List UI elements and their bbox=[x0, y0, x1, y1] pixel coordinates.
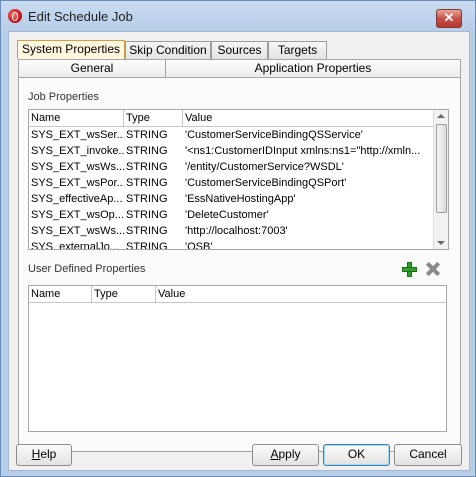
table-row[interactable]: SYS_externalJo... STRING 'OSB' bbox=[29, 239, 431, 250]
subtab-application-properties[interactable]: Application Properties bbox=[166, 60, 460, 78]
tab-skip-condition[interactable]: Skip Condition bbox=[125, 41, 211, 59]
tab-sources[interactable]: Sources bbox=[211, 41, 268, 59]
system-properties-panel: General Application Properties Job Prope… bbox=[18, 59, 461, 452]
column-header-value[interactable]: Value bbox=[156, 286, 446, 302]
cell-type: STRING bbox=[126, 241, 168, 250]
column-header-name[interactable]: Name bbox=[29, 286, 92, 302]
column-header-type[interactable]: Type bbox=[92, 286, 156, 302]
cell-value: 'http://localhost:7003' bbox=[185, 225, 288, 237]
user-defined-properties-label: User Defined Properties bbox=[28, 263, 146, 275]
scroll-down-arrow-icon[interactable] bbox=[437, 241, 445, 245]
table-row[interactable]: SYS_EXT_invoke... STRING '<ns1:CustomerIDI… bbox=[29, 143, 431, 159]
cell-name: SYS_EXT_invoke... bbox=[31, 145, 124, 157]
add-icon[interactable] bbox=[402, 262, 417, 277]
scroll-up-arrow-icon[interactable] bbox=[437, 114, 445, 118]
cell-value: 'CustomerServiceBindingQSPort' bbox=[185, 177, 347, 189]
job-properties-header: Name Type Value bbox=[29, 110, 434, 127]
tab-targets[interactable]: Targets bbox=[268, 41, 327, 59]
cell-value: '/entity/CustomerService?WSDL' bbox=[185, 161, 344, 173]
table-row[interactable]: SYS_EXT_wsPor... STRING 'CustomerServiceBi… bbox=[29, 175, 431, 191]
cell-name: SYS_EXT_wsOp... bbox=[31, 209, 124, 221]
table-row[interactable]: SYS_EXT_wsWs... STRING '/entity/CustomerSe… bbox=[29, 159, 431, 175]
dialog-title: Edit Schedule Job bbox=[28, 9, 133, 24]
title-bar[interactable]: Edit Schedule Job ✕ bbox=[1, 1, 475, 31]
subtab-general[interactable]: General bbox=[19, 60, 166, 78]
table-row[interactable]: SYS_EXT_wsOp... STRING 'DeleteCustomer' bbox=[29, 207, 431, 223]
cell-type: STRING bbox=[126, 129, 168, 141]
user-defined-properties-table: Name Type Value bbox=[28, 285, 447, 432]
oracle-app-icon bbox=[8, 9, 22, 23]
tab-system-properties[interactable]: System Properties bbox=[17, 40, 125, 59]
cell-name: SYS_effectiveAp... bbox=[31, 193, 123, 205]
table-row[interactable]: SYS_EXT_wsWs... STRING 'http://localhost:7… bbox=[29, 223, 431, 239]
cell-type: STRING bbox=[126, 177, 168, 189]
apply-mnemonic: A bbox=[270, 447, 279, 461]
column-header-name[interactable]: Name bbox=[29, 110, 124, 126]
cell-value: 'EssNativeHostingApp' bbox=[185, 193, 296, 205]
cell-type: STRING bbox=[126, 161, 168, 173]
job-properties-label: Job Properties bbox=[28, 91, 99, 103]
cell-type: STRING bbox=[126, 225, 168, 237]
apply-button[interactable]: Apply bbox=[252, 444, 319, 466]
cell-type: STRING bbox=[126, 145, 168, 157]
dialog-body: System Properties Skip Condition Sources… bbox=[8, 31, 470, 471]
cell-name: SYS_EXT_wsWs... bbox=[31, 225, 124, 237]
cell-value: 'DeleteCustomer' bbox=[185, 209, 269, 221]
delete-icon[interactable] bbox=[426, 262, 440, 276]
cell-type: STRING bbox=[126, 193, 168, 205]
cell-value: '<ns1:CustomerIDInput xmlns:ns1="http://… bbox=[185, 145, 421, 157]
cell-value: 'CustomerServiceBindingQSService' bbox=[185, 129, 363, 141]
cell-name: SYS_EXT_wsWs... bbox=[31, 161, 124, 173]
column-header-value[interactable]: Value bbox=[183, 110, 434, 126]
cell-name: SYS_EXT_wsPor... bbox=[31, 177, 124, 189]
close-button[interactable]: ✕ bbox=[436, 9, 462, 28]
scroll-thumb[interactable] bbox=[436, 124, 447, 213]
apply-label: pply bbox=[278, 447, 301, 461]
job-properties-table: Name Type Value SYS_EXT_wsSer... STRING 'C… bbox=[28, 109, 449, 250]
edit-schedule-job-dialog: Edit Schedule Job ✕ System Properties Sk… bbox=[0, 0, 476, 477]
job-properties-scrollbar[interactable] bbox=[433, 110, 448, 249]
user-defined-header: Name Type Value bbox=[29, 286, 446, 303]
cell-name: SYS_externalJo... bbox=[31, 241, 120, 250]
ok-button[interactable]: OK bbox=[323, 444, 390, 466]
help-button[interactable]: Help bbox=[16, 444, 72, 466]
help-label: elp bbox=[40, 447, 57, 461]
column-header-type[interactable]: Type bbox=[124, 110, 183, 126]
cell-value: 'OSB' bbox=[185, 241, 213, 250]
cell-name: SYS_EXT_wsSer... bbox=[31, 129, 124, 141]
cancel-button[interactable]: Cancel bbox=[394, 444, 462, 466]
table-row[interactable]: SYS_effectiveAp... STRING 'EssNativeHostin… bbox=[29, 191, 431, 207]
table-row[interactable]: SYS_EXT_wsSer... STRING 'CustomerServiceBi… bbox=[29, 127, 431, 143]
cell-type: STRING bbox=[126, 209, 168, 221]
